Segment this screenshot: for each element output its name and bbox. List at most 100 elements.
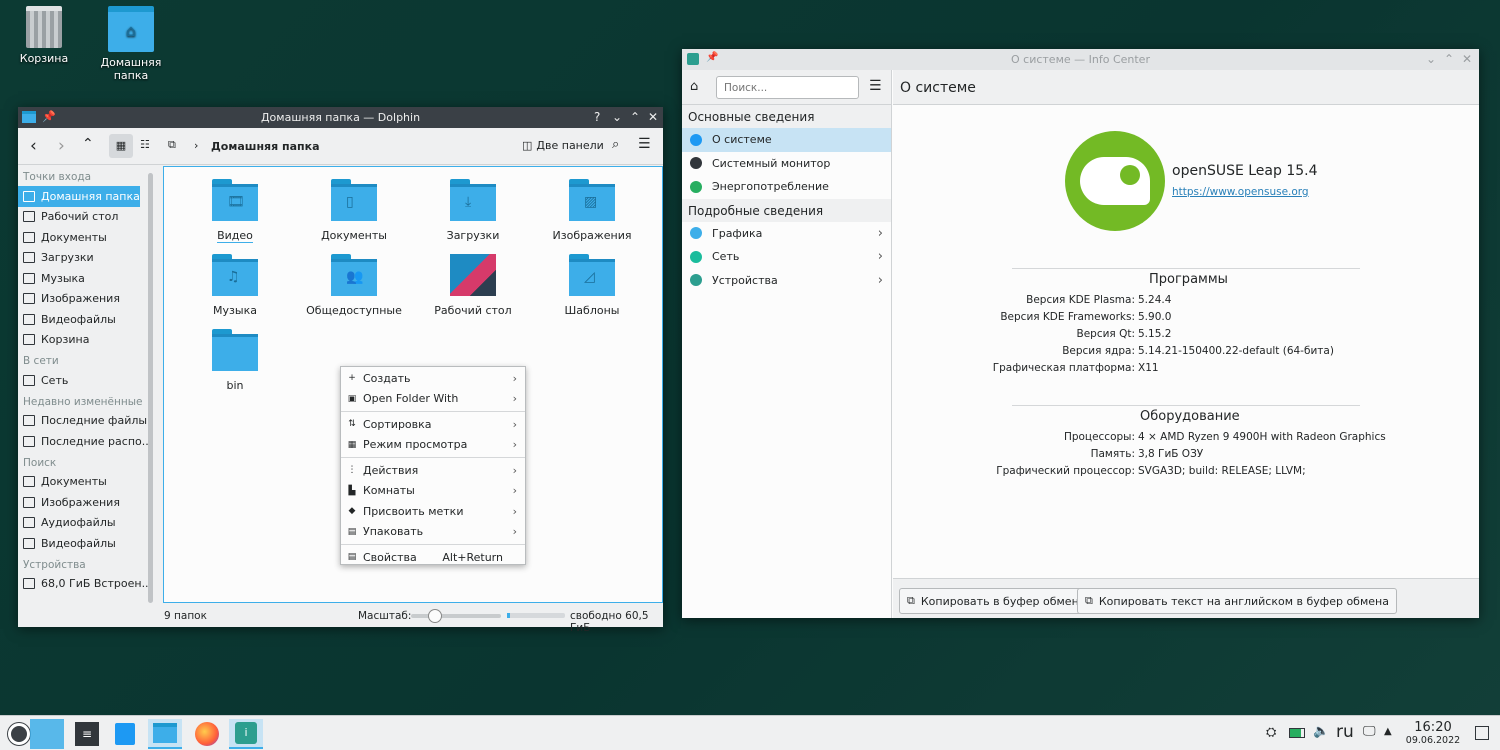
discover-button[interactable] — [108, 719, 142, 749]
copy-button[interactable]: ⧉ Копировать в буфер обмена — [899, 588, 1094, 614]
copy-english-button[interactable]: ⧉ Копировать текст на английском в буфер … — [1077, 588, 1397, 614]
show-desktop-button[interactable] — [1475, 726, 1489, 740]
desktop-icon-label: Корзина — [19, 52, 69, 65]
places-item[interactable]: Последние распо... — [18, 431, 155, 452]
split-button[interactable]: ◫ Две панели — [522, 139, 604, 152]
places-item[interactable]: Загрузки — [18, 248, 155, 269]
nav-item[interactable]: Энергопотребление — [682, 175, 891, 199]
places-item[interactable]: Рабочий стол — [18, 207, 155, 228]
copy-icon: ⧉ — [1085, 594, 1093, 607]
search-input[interactable] — [716, 76, 859, 99]
forward-button[interactable]: › — [58, 136, 65, 156]
places-item[interactable]: Документы — [18, 472, 155, 493]
folder-item[interactable]: ▨ Изображения — [542, 179, 642, 242]
menu-item[interactable]: ◆ Присвоить метки › — [341, 501, 525, 522]
split-view-icon-button[interactable]: ⧉ — [168, 138, 176, 152]
maximize-button[interactable]: ⌃ — [630, 110, 640, 124]
zoom-slider[interactable] — [411, 609, 501, 623]
places-item[interactable]: Изображения — [18, 289, 155, 310]
menu-item[interactable]: ▤ Упаковать › — [341, 522, 525, 543]
home-button[interactable]: ⌂ — [690, 79, 698, 94]
places-item[interactable]: Домашняя папка — [18, 186, 140, 207]
place-icon — [23, 374, 35, 386]
battery-icon[interactable] — [1289, 728, 1305, 738]
places-item[interactable]: Изображения — [18, 492, 155, 513]
display-icon[interactable]: 🖵 — [1363, 724, 1376, 739]
details-view-button[interactable]: ☷ — [140, 138, 150, 151]
places-item[interactable]: Музыка — [18, 268, 155, 289]
pin-icon[interactable]: 📌 — [706, 52, 718, 63]
place-icon — [23, 231, 35, 243]
desktop-icon-home[interactable]: ⌂ Домашняя папка — [96, 6, 166, 82]
menu-item[interactable]: ▦ Режим просмотра › — [341, 435, 525, 456]
menu-item[interactable]: ▙ Комнаты › — [341, 481, 525, 502]
menu-item-icon: ▙ — [348, 485, 356, 496]
task-infocenter[interactable]: i — [229, 719, 263, 749]
desktop-icon-trash[interactable]: Корзина — [9, 6, 79, 65]
chevron-right-icon: › — [877, 225, 883, 241]
folder-item[interactable]: ◿ Шаблоны — [542, 254, 642, 317]
places-item[interactable]: Последние файлы — [18, 411, 155, 432]
pin-icon[interactable]: 📌 — [42, 110, 56, 123]
places-item[interactable]: Сеть — [18, 370, 155, 391]
menu-icon[interactable]: ☰ — [869, 78, 882, 94]
breadcrumb[interactable]: Домашняя папка — [211, 140, 320, 153]
maximize-button[interactable]: ⌃ — [1444, 52, 1454, 66]
clock[interactable]: 16:20 09.06.2022 — [1398, 720, 1468, 746]
menu-item[interactable]: ⋮ Действия › — [341, 460, 525, 481]
title-bar[interactable]: 📌 Домашняя папка — Dolphin ? ⌄ ⌃ ✕ — [18, 107, 663, 128]
folder-name: Музыка — [213, 304, 257, 317]
folder-item[interactable]: ♫ Музыка — [185, 254, 285, 317]
keyboard-layout[interactable]: ru — [1336, 722, 1354, 742]
minimize-button[interactable]: ⌄ — [612, 110, 622, 124]
folder-item[interactable]: Рабочий стол — [423, 254, 523, 317]
os-url-link[interactable]: https://www.opensuse.org — [1172, 186, 1309, 198]
folder-item[interactable]: ⤓ Загрузки — [423, 179, 523, 242]
zoom-slider-handle[interactable] — [427, 609, 442, 623]
network-icon[interactable]: ⛭ — [1266, 725, 1276, 740]
info-key: Графическая платформа: — [992, 362, 1135, 375]
up-button[interactable]: ⌃ — [82, 136, 94, 152]
folder-item[interactable]: 👥 Общедоступные — [304, 254, 404, 317]
places-item-label: Аудиофайлы — [41, 516, 116, 530]
folder-item[interactable]: 🎞 Видео — [185, 179, 285, 243]
firefox-button[interactable] — [190, 719, 224, 749]
places-item[interactable]: Документы — [18, 227, 155, 248]
places-item[interactable]: 68,0 ГиБ Встроен... — [18, 574, 155, 595]
search-icon[interactable]: ⌕ — [612, 137, 619, 152]
nav-item[interactable]: Графика › — [682, 222, 891, 246]
tray-expand-icon[interactable]: ▲ — [1384, 726, 1392, 737]
nav-item[interactable]: Устройства › — [682, 269, 891, 293]
firefox-icon — [195, 722, 219, 746]
help-button[interactable]: ? — [594, 110, 600, 124]
menu-item[interactable]: + Создать › — [341, 368, 525, 389]
places-item[interactable]: Видеофайлы — [18, 309, 155, 330]
folder-item[interactable]: bin — [185, 329, 285, 392]
menu-item[interactable]: ▣ Open Folder With › — [341, 389, 525, 410]
module-icon — [690, 227, 702, 240]
menu-item-label: Open Folder With — [363, 392, 459, 406]
folder-item[interactable]: ▯ Документы — [304, 179, 404, 242]
places-scrollbar[interactable] — [148, 173, 153, 603]
nav-item[interactable]: О системе — [682, 128, 891, 152]
title-bar[interactable]: 📌 О системе — Info Center ⌄ ⌃ ✕ — [682, 49, 1479, 70]
pager-desktop-button[interactable] — [30, 719, 64, 749]
nav-item[interactable]: Сеть › — [682, 245, 891, 269]
system-settings-button[interactable]: ≡ — [70, 719, 104, 749]
minimize-button[interactable]: ⌄ — [1426, 52, 1436, 66]
places-item[interactable]: Видеофайлы — [18, 533, 155, 554]
close-button[interactable]: ✕ — [1462, 52, 1472, 66]
nav-item[interactable]: Системный монитор — [682, 152, 891, 176]
places-item[interactable]: Корзина — [18, 330, 155, 351]
task-dolphin[interactable] — [148, 719, 182, 749]
back-button[interactable]: ‹ — [30, 136, 37, 156]
menu-icon[interactable]: ☰ — [638, 136, 651, 152]
menu-item[interactable]: ⇅ Сортировка › — [341, 414, 525, 435]
places-item[interactable]: Аудиофайлы — [18, 513, 155, 534]
places-item-label: Загрузки — [41, 251, 94, 265]
folder-name: Видео — [217, 229, 253, 243]
menu-item[interactable]: ▤ Свойства Alt+Return — [341, 547, 525, 568]
volume-icon[interactable]: 🔈 — [1313, 724, 1329, 739]
close-button[interactable]: ✕ — [648, 110, 658, 124]
icons-view-button[interactable]: ▦ — [109, 134, 133, 158]
